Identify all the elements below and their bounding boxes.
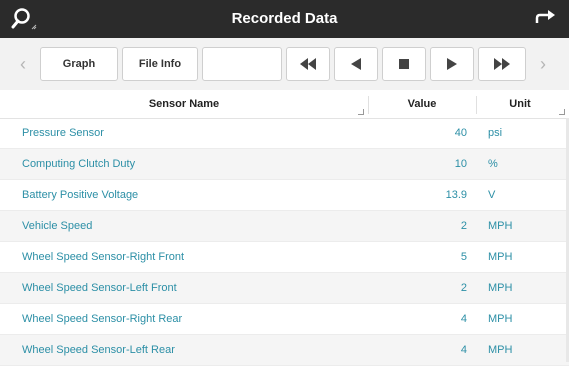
header-value[interactable]: Value: [368, 90, 476, 118]
blank-button[interactable]: [202, 47, 282, 81]
fast-forward-icon: [494, 58, 510, 70]
sensor-unit: %: [488, 158, 498, 170]
table-row[interactable]: Wheel Speed Sensor-Right Front 5 MPH: [0, 242, 569, 273]
table-row[interactable]: Pressure Sensor 40 psi: [0, 118, 569, 149]
table-row[interactable]: Wheel Speed Sensor-Left Rear 4 MPH: [0, 335, 569, 366]
sensor-name: Wheel Speed Sensor-Right Front: [22, 251, 185, 263]
sensor-value: 13.9: [445, 189, 467, 201]
sensor-table: Pressure Sensor 40 psi Computing Clutch …: [0, 118, 569, 366]
sensor-value: 4: [460, 344, 467, 356]
step-back-button[interactable]: [334, 47, 378, 81]
stop-button[interactable]: [382, 47, 426, 81]
sensor-name: Computing Clutch Duty: [22, 158, 136, 170]
sensor-unit: MPH: [488, 313, 513, 325]
table-row[interactable]: Computing Clutch Duty 10 %: [0, 149, 569, 180]
table-header: Sensor Name Value Unit: [0, 90, 569, 119]
play-icon: [447, 58, 457, 70]
table-row[interactable]: Vehicle Speed 2 MPH: [0, 211, 569, 242]
file-info-button[interactable]: File Info: [122, 47, 198, 81]
title-bar: Recorded Data: [0, 0, 569, 38]
play-button[interactable]: [430, 47, 474, 81]
sensor-value: 4: [460, 313, 467, 325]
sensor-value: 2: [460, 282, 467, 294]
sensor-unit: MPH: [488, 344, 513, 356]
fast-rewind-button[interactable]: [286, 47, 330, 81]
sensor-name: Battery Positive Voltage: [22, 189, 139, 201]
sensor-unit: MPH: [488, 282, 513, 294]
sensor-value: 40: [454, 127, 467, 139]
table-row[interactable]: Wheel Speed Sensor-Right Rear 4 MPH: [0, 304, 569, 335]
graph-button[interactable]: Graph: [40, 47, 118, 81]
fast-rewind-icon: [300, 58, 316, 70]
step-back-icon: [351, 58, 361, 70]
table-row[interactable]: Battery Positive Voltage 13.9 V: [0, 180, 569, 211]
sensor-unit: MPH: [488, 220, 513, 232]
sensor-value: 5: [460, 251, 467, 263]
fast-forward-button[interactable]: [478, 47, 526, 81]
sensor-value: 2: [460, 220, 467, 232]
sensor-value: 10: [454, 158, 467, 170]
sensor-unit: MPH: [488, 251, 513, 263]
table-row[interactable]: Wheel Speed Sensor-Left Front 2 MPH: [0, 273, 569, 304]
scroll-left-icon[interactable]: ‹: [12, 47, 34, 81]
resize-handle-icon[interactable]: [358, 109, 364, 115]
stop-icon: [399, 59, 409, 69]
sensor-name: Pressure Sensor: [22, 127, 104, 139]
resize-handle-icon[interactable]: [559, 109, 565, 115]
page-title: Recorded Data: [231, 10, 338, 27]
sensor-name: Wheel Speed Sensor-Left Rear: [22, 344, 175, 356]
sensor-name: Vehicle Speed: [22, 220, 93, 232]
back-arrow-icon[interactable]: [533, 7, 559, 31]
sensor-name: Wheel Speed Sensor-Left Front: [22, 282, 177, 294]
sensor-unit: V: [488, 189, 496, 201]
toolbar: ‹ Graph File Info ›: [0, 38, 569, 91]
header-unit[interactable]: Unit: [476, 90, 564, 118]
sensor-name: Wheel Speed Sensor-Right Rear: [22, 313, 183, 325]
sensor-unit: psi: [488, 127, 503, 139]
header-sensor-name[interactable]: Sensor Name: [0, 90, 368, 118]
scroll-right-icon[interactable]: ›: [532, 47, 554, 81]
